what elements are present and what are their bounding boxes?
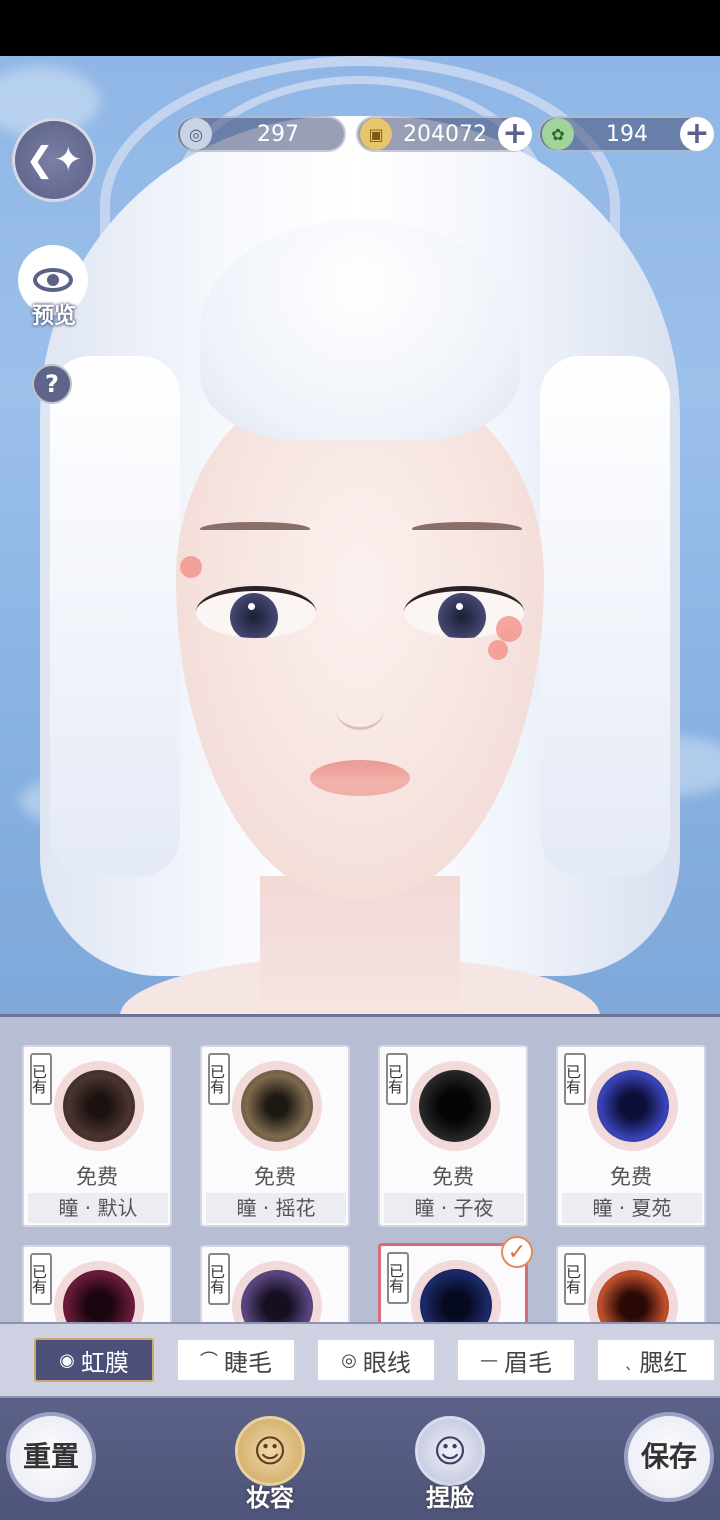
eyebrow-icon: — [480,1349,498,1371]
face-flower-decal [180,556,202,578]
tab-iris[interactable]: ◉ 虹膜 [34,1338,154,1382]
currency-value: 297 [257,121,299,147]
add-jade-button[interactable]: + [680,117,714,151]
hair-strand [540,356,670,876]
currency-silver: ◎ 297 [176,116,346,152]
gold-coin-icon: ▣ [360,118,392,150]
save-button[interactable]: 保存 [624,1412,714,1502]
iris-item-panel[interactable]: 已有 免费 瞳 · 默认 已有 免费 瞳 · 摇花 已有 免费 瞳 · 子夜 已… [0,1014,720,1322]
tab-label: 眼线 [362,1348,411,1377]
reset-button[interactable]: 重置 [6,1412,96,1502]
face-label: 捏脸 [426,1483,474,1512]
tab-label: 虹膜 [80,1348,129,1377]
currency-gold: ▣ 204072 + [356,116,532,152]
nav-makeup[interactable]: ☺ 妆容 [230,1416,310,1512]
item-card-selected[interactable]: 已有 ✓ [378,1236,533,1322]
lips [310,760,410,796]
owned-tag: 已有 [564,1253,586,1305]
add-gold-button[interactable]: + [498,117,532,151]
left-eye [196,586,316,638]
iris-swatch [54,1261,144,1322]
iris-swatch [410,1061,500,1151]
tab-label: 眉毛 [504,1348,552,1377]
tab-eyeliner[interactable]: ◎ 眼线 [316,1338,436,1382]
eyelash-icon: ⌒ [200,1351,218,1372]
silver-coin-icon: ◎ [180,118,212,150]
iris-swatch [54,1061,144,1151]
item-card[interactable]: 已有 免费 瞳 · 夏苑 [556,1045,706,1227]
item-card[interactable]: 已有 免费 瞳 · 默认 [22,1045,172,1227]
blush-icon: ˎ [624,1349,634,1371]
jade-token-icon: ✿ [542,118,574,150]
owned-tag: 已有 [386,1053,408,1105]
owned-tag: 已有 [564,1053,586,1105]
face-flower-decal [496,616,522,642]
item-price: 免费 [432,1165,474,1189]
item-name: 瞳 · 子夜 [384,1193,524,1223]
face-flower-decal [488,640,508,660]
item-name: 瞳 · 默认 [28,1193,168,1223]
currency-value: 194 [606,121,648,147]
item-card[interactable]: 已有 [22,1245,172,1322]
save-label: 保存 [640,1440,697,1474]
tab-blush[interactable]: ˎ 腮红 [596,1338,716,1382]
tab-label: 腮红 [639,1348,688,1377]
butterfly-back-icon: ❮✦ [25,140,83,180]
currency-value: 204072 [403,121,487,147]
eye-icon [33,268,73,292]
makeup-category-tabs: ◉ 虹膜 ⌒ 睫毛 ◎ 眼线 — 眉毛 ˎ 腮红 [0,1322,720,1398]
item-card[interactable]: 已有 免费 瞳 · 摇花 [200,1045,350,1227]
nav-face-sculpt[interactable]: ☺ 捏脸 [410,1416,490,1512]
character-viewport[interactable] [0,56,720,1016]
selected-check-icon: ✓ [501,1236,533,1268]
iris-swatch [411,1260,501,1322]
iris [438,593,486,638]
right-eyebrow [412,522,522,536]
eyeliner-icon: ◎ [341,1349,357,1371]
tab-eyelash[interactable]: ⌒ 睫毛 [176,1338,296,1382]
item-name: 瞳 · 夏苑 [562,1193,702,1223]
iris-swatch [588,1061,678,1151]
item-card[interactable]: 已有 [556,1245,706,1322]
status-bar [0,0,720,56]
iris-swatch [232,1261,322,1322]
hair-strand [50,356,180,876]
nose [336,690,384,730]
iris-icon: ◉ [59,1349,75,1371]
item-card[interactable]: 已有 [200,1245,350,1322]
tab-eyebrow[interactable]: — 眉毛 [456,1338,576,1382]
item-price: 免费 [76,1165,118,1189]
tab-label: 睫毛 [224,1348,272,1377]
owned-tag: 已有 [387,1252,409,1304]
back-button[interactable]: ❮✦ [12,118,96,202]
iris-swatch [232,1061,322,1151]
makeup-portrait-icon: ☺ [235,1416,305,1486]
item-card[interactable]: 已有 免费 瞳 · 子夜 [378,1045,528,1227]
help-button[interactable]: ? [32,364,72,404]
currency-jade: ✿ 194 + [538,116,714,152]
item-price: 免费 [610,1165,652,1189]
hair-bangs [200,220,520,440]
face-portrait-icon: ☺ [415,1416,485,1486]
reset-label: 重置 [22,1440,79,1474]
owned-tag: 已有 [208,1253,230,1305]
owned-tag: 已有 [30,1253,52,1305]
iris-swatch [588,1261,678,1322]
owned-tag: 已有 [30,1053,52,1105]
owned-tag: 已有 [208,1053,230,1105]
preview-label: 预览 [31,304,76,329]
item-price: 免费 [254,1165,296,1189]
left-eyebrow [200,522,310,536]
item-name: 瞳 · 摇花 [206,1193,346,1223]
bottom-nav: 重置 ☺ 妆容 ☺ 捏脸 保存 [0,1398,720,1520]
makeup-label: 妆容 [246,1483,294,1512]
iris [230,593,278,638]
